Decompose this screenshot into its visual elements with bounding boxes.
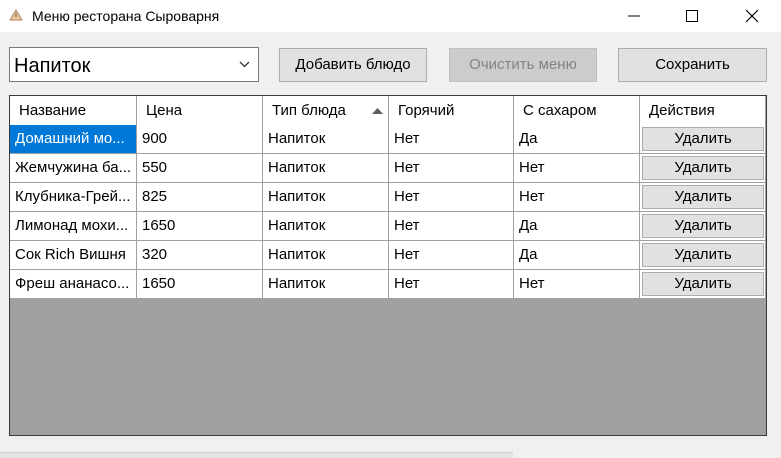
cell-sugar[interactable]: Да: [514, 125, 640, 154]
cell-actions: Удалить: [640, 125, 766, 154]
cell-actions: Удалить: [640, 154, 766, 183]
cell-type[interactable]: Напиток: [263, 154, 389, 183]
delete-button[interactable]: Удалить: [642, 185, 764, 209]
cell-sugar[interactable]: Нет: [514, 183, 640, 212]
table-row[interactable]: Лимонад мохи... 1650 Напиток Нет Да Удал…: [10, 212, 766, 241]
title-bar: Меню ресторана Сыроварня: [0, 0, 781, 32]
cell-name[interactable]: Лимонад мохи...: [10, 212, 137, 241]
grid-header: Название Цена Тип блюда Горячий С сахаро…: [10, 96, 766, 125]
cell-price[interactable]: 900: [137, 125, 263, 154]
cell-actions: Удалить: [640, 212, 766, 241]
cell-type[interactable]: Напиток: [263, 125, 389, 154]
close-icon: [745, 9, 759, 23]
cell-type[interactable]: Напиток: [263, 212, 389, 241]
column-header-price[interactable]: Цена: [137, 96, 263, 125]
cell-hot[interactable]: Нет: [389, 241, 514, 270]
add-dish-button[interactable]: Добавить блюдо: [279, 48, 427, 82]
maximize-button[interactable]: [669, 0, 715, 32]
cell-sugar[interactable]: Да: [514, 241, 640, 270]
chevron-down-icon: [239, 61, 250, 68]
cell-name[interactable]: Сок Rich Вишня: [10, 241, 137, 270]
cell-sugar[interactable]: Нет: [514, 154, 640, 183]
app-warning-icon: [9, 9, 23, 21]
clear-menu-button[interactable]: Очистить меню: [449, 48, 597, 82]
cell-name[interactable]: Домашний мо...: [10, 125, 137, 154]
cell-sugar[interactable]: Нет: [514, 270, 640, 299]
column-header-type-label: Тип блюда: [272, 102, 346, 119]
table-row[interactable]: Клубника-Грей... 825 Напиток Нет Нет Уда…: [10, 183, 766, 212]
table-row[interactable]: Сок Rich Вишня 320 Напиток Нет Да Удалит…: [10, 241, 766, 270]
cell-price[interactable]: 550: [137, 154, 263, 183]
close-button[interactable]: [729, 0, 775, 32]
minimize-icon: [628, 15, 640, 17]
cell-price[interactable]: 1650: [137, 270, 263, 299]
cell-hot[interactable]: Нет: [389, 183, 514, 212]
save-button[interactable]: Сохранить: [618, 48, 767, 82]
cell-price[interactable]: 825: [137, 183, 263, 212]
cell-sugar[interactable]: Да: [514, 212, 640, 241]
cell-type[interactable]: Напиток: [263, 270, 389, 299]
table-row[interactable]: Фреш ананасо... 1650 Напиток Нет Нет Уда…: [10, 270, 766, 299]
cell-hot[interactable]: Нет: [389, 212, 514, 241]
delete-button[interactable]: Удалить: [642, 156, 764, 180]
delete-button[interactable]: Удалить: [642, 214, 764, 238]
cell-actions: Удалить: [640, 241, 766, 270]
delete-button[interactable]: Удалить: [642, 272, 764, 296]
column-header-actions[interactable]: Действия: [640, 96, 766, 125]
column-header-name[interactable]: Название: [10, 96, 137, 125]
column-header-hot[interactable]: Горячий: [389, 96, 514, 125]
cell-name[interactable]: Фреш ананасо...: [10, 270, 137, 299]
delete-button[interactable]: Удалить: [642, 127, 764, 151]
cell-type[interactable]: Напиток: [263, 183, 389, 212]
column-header-type[interactable]: Тип блюда: [263, 96, 389, 125]
cell-hot[interactable]: Нет: [389, 154, 514, 183]
window-title: Меню ресторана Сыроварня: [32, 8, 220, 24]
cell-hot[interactable]: Нет: [389, 270, 514, 299]
category-selected-value: Напиток: [14, 55, 91, 77]
cell-actions: Удалить: [640, 270, 766, 299]
delete-button[interactable]: Удалить: [642, 243, 764, 267]
cell-price[interactable]: 1650: [137, 212, 263, 241]
cell-name[interactable]: Жемчужина ба...: [10, 154, 137, 183]
sort-ascending-icon: [372, 108, 383, 114]
cell-type[interactable]: Напиток: [263, 241, 389, 270]
cell-name[interactable]: Клубника-Грей...: [10, 183, 137, 212]
table-row[interactable]: Домашний мо... 900 Напиток Нет Да Удалит…: [10, 125, 766, 154]
cell-price[interactable]: 320: [137, 241, 263, 270]
menu-grid[interactable]: Название Цена Тип блюда Горячий С сахаро…: [9, 95, 767, 436]
table-row[interactable]: Жемчужина ба... 550 Напиток Нет Нет Удал…: [10, 154, 766, 183]
category-dropdown[interactable]: Напиток: [9, 47, 259, 82]
maximize-icon: [686, 10, 698, 22]
window-bottom-edge: [0, 452, 513, 458]
cell-hot[interactable]: Нет: [389, 125, 514, 154]
cell-actions: Удалить: [640, 183, 766, 212]
column-header-sugar[interactable]: С сахаром: [514, 96, 640, 125]
minimize-button[interactable]: [611, 0, 657, 32]
